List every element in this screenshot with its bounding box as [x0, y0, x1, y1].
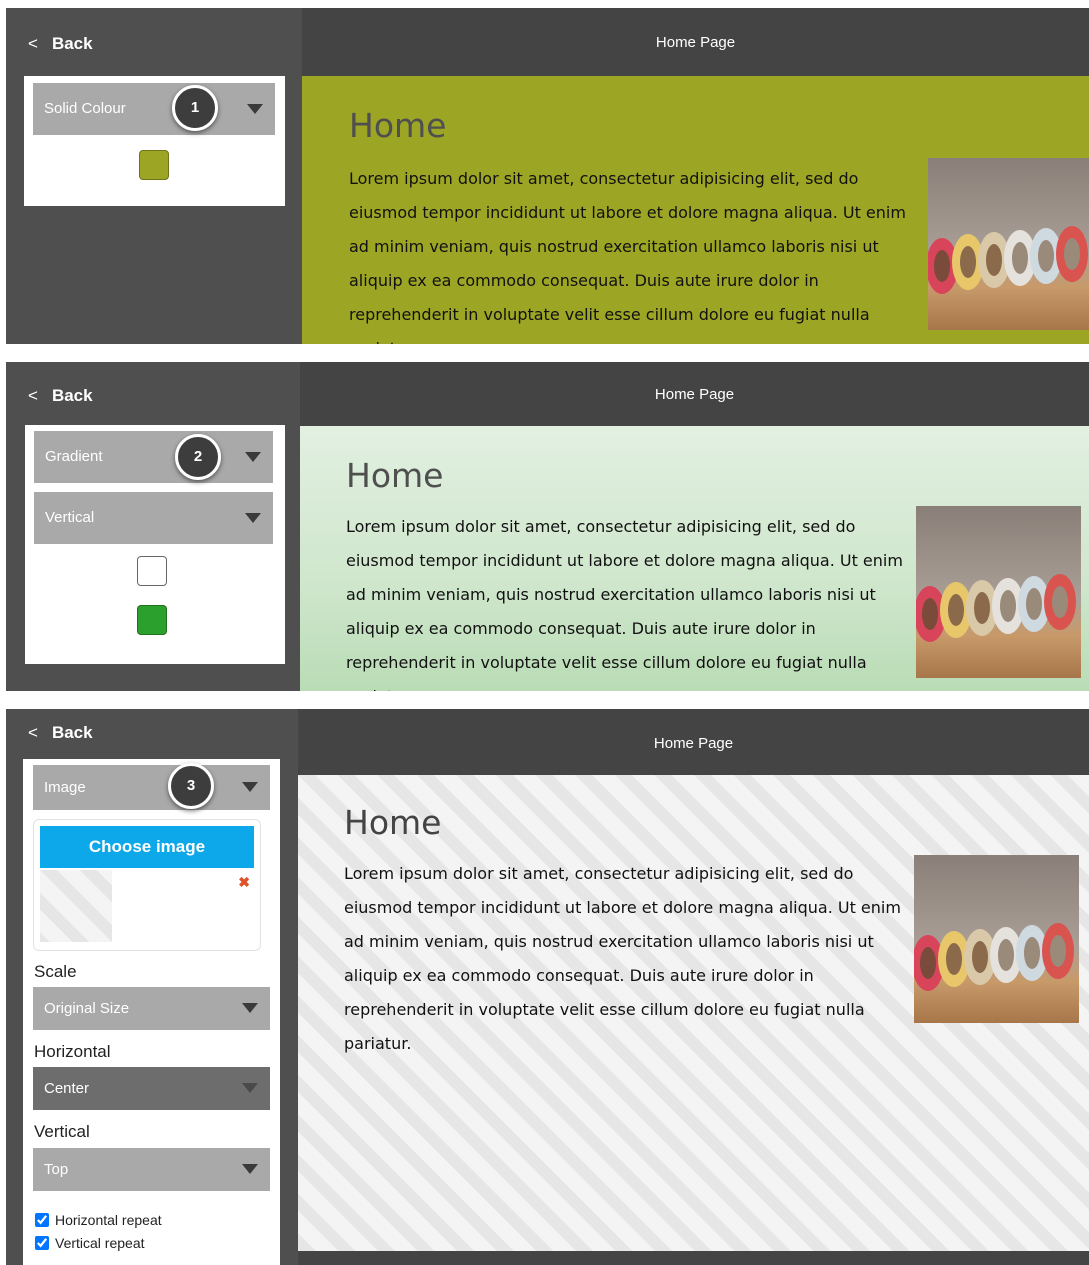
header-bar: Home Page — [298, 709, 1089, 775]
body-text: Lorem ipsum dolor sit amet, consectetur … — [346, 517, 903, 691]
header-bar: Home Page — [302, 8, 1089, 76]
tape-rolls-icon — [914, 923, 1074, 991]
caret-down-icon — [242, 1003, 258, 1013]
page-heading: Home — [349, 106, 447, 145]
step-badge: 2 — [175, 434, 221, 480]
preview-canvas: Home Lorem ipsum dolor sit amet, consect… — [300, 426, 1089, 691]
step-badge: 1 — [172, 85, 218, 131]
panel-image: < Back Image 3 Choose image ✖ Scale Origi… — [6, 709, 1089, 1265]
page-heading: Home — [346, 456, 444, 495]
washi-tape-image — [928, 158, 1089, 330]
settings-card: Gradient 2 Vertical — [25, 425, 285, 664]
back-button[interactable]: < Back — [28, 386, 93, 406]
chevron-left-icon: < — [28, 386, 38, 405]
page-title: Home Page — [655, 34, 736, 51]
back-button[interactable]: < Back — [28, 723, 93, 743]
choose-image-button[interactable]: Choose image — [40, 826, 254, 868]
page-heading: Home — [344, 803, 442, 842]
background-type-dropdown[interactable]: Image — [33, 765, 270, 810]
page-title: Home Page — [654, 386, 735, 403]
sidebar: < Back Solid Colour 1 — [6, 8, 302, 344]
header-bar: Home Page — [300, 362, 1089, 426]
vertical-repeat-checkbox[interactable]: Vertical repeat — [35, 1235, 145, 1251]
vertical-repeat-check[interactable] — [35, 1236, 49, 1250]
washi-tape-image — [916, 506, 1081, 678]
page-title: Home Page — [653, 735, 734, 752]
caret-down-icon — [242, 1164, 258, 1174]
image-preview — [40, 870, 112, 942]
horizontal-label: Horizontal — [34, 1042, 111, 1061]
caret-down-icon — [245, 513, 261, 523]
horizontal-repeat-check[interactable] — [35, 1213, 49, 1227]
gradient-start-swatch[interactable] — [137, 556, 167, 586]
washi-tape-image — [914, 855, 1079, 1023]
body-text: Lorem ipsum dolor sit amet, consectetur … — [344, 864, 901, 1053]
panel-gradient: < Back Gradient 2 Vertical Home Page Home… — [6, 362, 1089, 691]
caret-down-icon — [245, 452, 261, 462]
background-type-dropdown[interactable]: Solid Colour — [33, 83, 275, 135]
step-badge: 3 — [168, 763, 214, 809]
body-text: Lorem ipsum dolor sit amet, consectetur … — [349, 169, 906, 344]
gradient-end-swatch[interactable] — [137, 605, 167, 635]
background-type-dropdown[interactable]: Gradient — [34, 431, 273, 483]
footer-bar — [298, 1251, 1089, 1265]
preview-canvas: Home Lorem ipsum dolor sit amet, consect… — [302, 76, 1089, 344]
settings-card: Image 3 Choose image ✖ Scale Original Si… — [23, 759, 280, 1265]
chevron-left-icon: < — [28, 34, 38, 53]
horizontal-repeat-checkbox[interactable]: Horizontal repeat — [35, 1212, 162, 1228]
panel-solid-colour: < Back Solid Colour 1 Home Page Home Lore… — [6, 8, 1089, 344]
caret-down-icon — [247, 104, 263, 114]
caret-down-icon — [242, 782, 258, 792]
horizontal-alignment-dropdown[interactable]: Center — [33, 1067, 270, 1110]
tape-rolls-icon — [928, 226, 1088, 294]
caret-down-icon — [242, 1083, 258, 1093]
settings-card: Solid Colour 1 — [24, 76, 285, 206]
scale-label: Scale — [34, 962, 77, 981]
preview-canvas: Home Lorem ipsum dolor sit amet, consect… — [298, 775, 1089, 1251]
back-button[interactable]: < Back — [28, 34, 93, 54]
scale-dropdown[interactable]: Original Size — [33, 987, 270, 1030]
vertical-alignment-dropdown[interactable]: Top — [33, 1148, 270, 1191]
image-picker: Choose image ✖ — [33, 819, 261, 951]
sidebar: < Back Image 3 Choose image ✖ Scale Origi… — [6, 709, 298, 1265]
chevron-left-icon: < — [28, 723, 38, 742]
gradient-direction-dropdown[interactable]: Vertical — [34, 492, 273, 544]
tape-rolls-icon — [916, 574, 1076, 642]
color-swatch[interactable] — [139, 150, 169, 180]
close-icon[interactable]: ✖ — [238, 874, 250, 891]
vertical-label: Vertical — [34, 1122, 90, 1141]
sidebar: < Back Gradient 2 Vertical — [6, 362, 300, 691]
